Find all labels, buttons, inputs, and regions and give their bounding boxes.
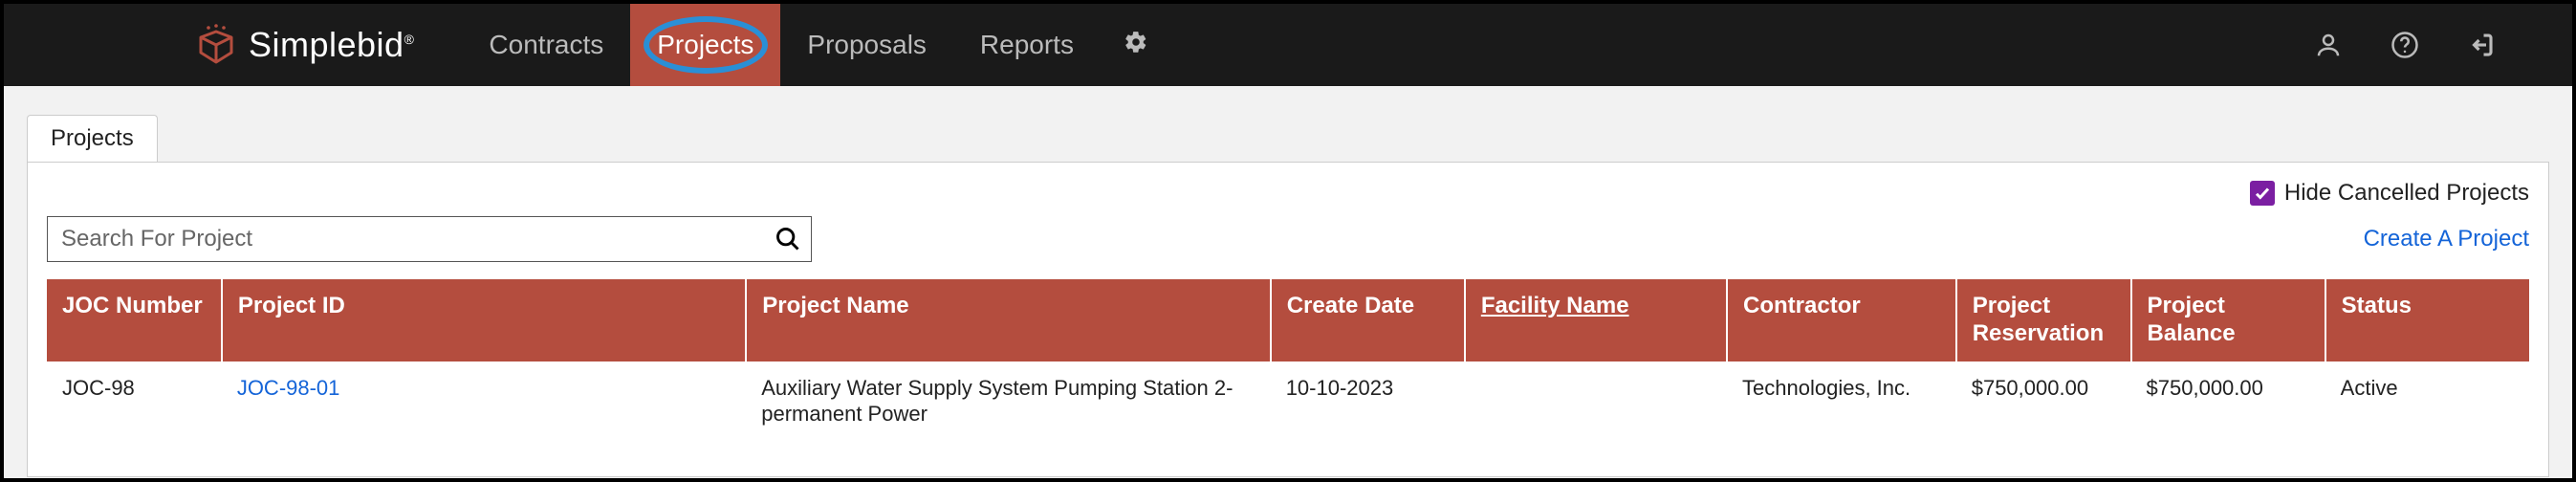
cell-reservation: $750,000.00 [1956, 362, 2131, 441]
cell-joc-number: JOC-98 [47, 362, 222, 441]
cell-status: Active [2325, 362, 2529, 441]
hide-cancelled-toggle[interactable]: Hide Cancelled Projects [2250, 180, 2529, 207]
nav-proposals[interactable]: Proposals [780, 4, 953, 86]
th-create-date[interactable]: Create Date [1271, 279, 1465, 362]
tab-strip: Projects [27, 115, 2549, 162]
projects-panel: Hide Cancelled Projects Create A Project… [27, 162, 2549, 477]
search-input[interactable] [61, 226, 775, 252]
brand-icon [195, 24, 237, 66]
create-project-link[interactable]: Create A Project [2364, 226, 2529, 252]
cell-balance: $750,000.00 [2131, 362, 2325, 441]
cell-facility [1465, 362, 1727, 441]
th-balance[interactable]: Project Balance [2131, 279, 2325, 362]
cell-project-id-link[interactable]: JOC-98-01 [222, 362, 746, 441]
table-header-row: JOC Number Project ID Project Name Creat… [47, 279, 2529, 362]
nav-projects[interactable]: Projects [630, 4, 780, 86]
table-row: JOC-98 JOC-98-01 Auxiliary Water Supply … [47, 362, 2529, 441]
user-icon[interactable] [2314, 31, 2343, 59]
nav-contracts[interactable]: Contracts [462, 4, 630, 86]
nav-projects-label: Projects [657, 30, 753, 60]
cell-contractor: Technologies, Inc. [1727, 362, 1956, 441]
tab-projects[interactable]: Projects [27, 115, 158, 162]
brand-logo[interactable]: Simplebid® [195, 24, 414, 66]
gear-icon[interactable] [1101, 30, 1171, 61]
projects-table: JOC Number Project ID Project Name Creat… [47, 279, 2529, 441]
top-navbar: Simplebid® Contracts Projects Proposals … [4, 4, 2572, 86]
th-reservation[interactable]: Project Reservation [1956, 279, 2131, 362]
hide-cancelled-label: Hide Cancelled Projects [2284, 180, 2529, 207]
logout-icon[interactable] [2467, 31, 2496, 59]
th-project-name[interactable]: Project Name [746, 279, 1270, 362]
th-project-id[interactable]: Project ID [222, 279, 746, 362]
search-icon[interactable] [775, 226, 801, 252]
th-status[interactable]: Status [2325, 279, 2529, 362]
nav-links: Contracts Projects Proposals Reports [462, 4, 1171, 86]
content-area: Projects Hide Cancelled Projects Create … [4, 86, 2572, 478]
hide-cancelled-checkbox[interactable] [2250, 181, 2275, 206]
cell-project-name: Auxiliary Water Supply System Pumping St… [746, 362, 1270, 441]
nav-right-icons [2314, 31, 2534, 59]
help-icon[interactable] [2390, 31, 2419, 59]
brand-name: Simplebid® [249, 25, 414, 65]
cell-create-date: 10-10-2023 [1271, 362, 1465, 441]
search-box [47, 216, 812, 262]
nav-reports[interactable]: Reports [953, 4, 1101, 86]
th-contractor[interactable]: Contractor [1727, 279, 1956, 362]
th-facility-name[interactable]: Facility Name [1465, 279, 1727, 362]
th-joc-number[interactable]: JOC Number [47, 279, 222, 362]
